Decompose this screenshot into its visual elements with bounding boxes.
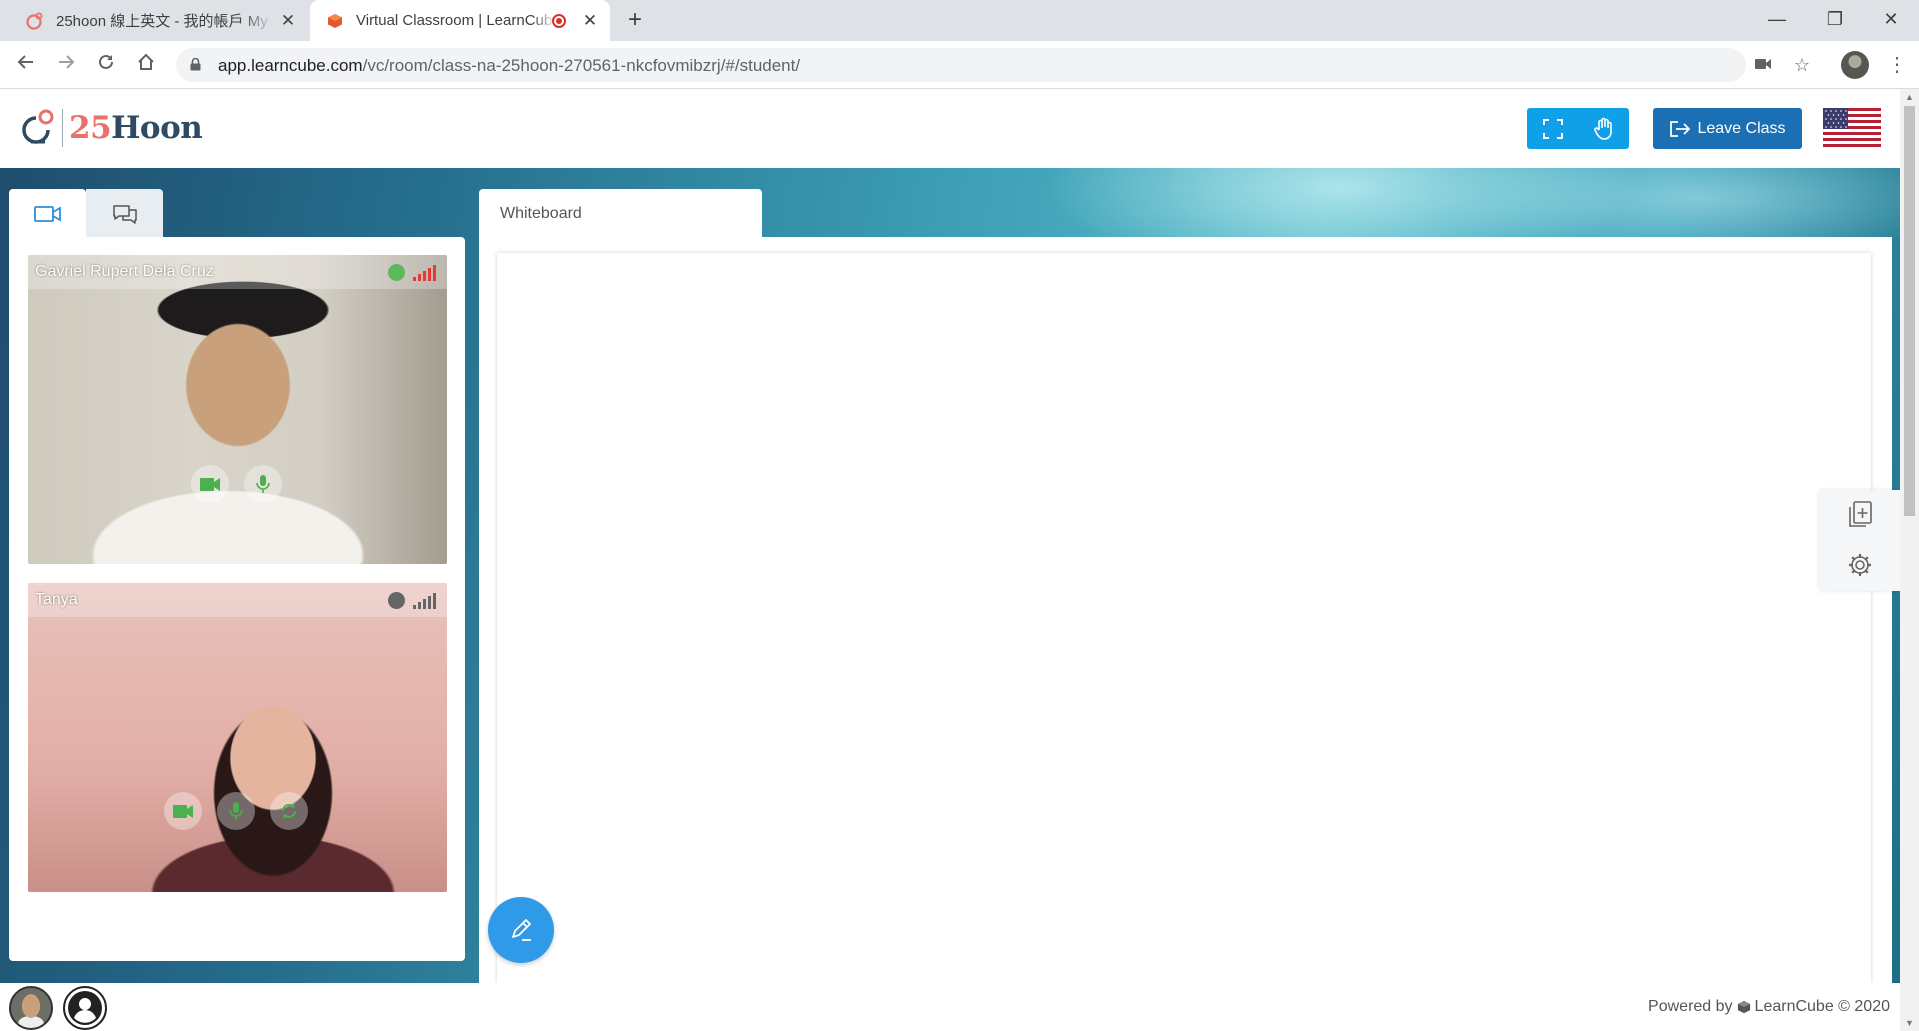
draw-tools-button[interactable] xyxy=(488,897,554,963)
browser-tab-title: 25hoon 線上英文 - 我的帳戶 My xyxy=(56,13,268,30)
user-silhouette-icon xyxy=(68,991,102,1025)
lock-icon xyxy=(190,58,201,71)
video-panel: Gavriel Rupert Dela Cruz Tanya xyxy=(9,237,465,961)
raise-hand-button[interactable] xyxy=(1578,108,1629,149)
fullscreen-icon xyxy=(1542,118,1563,139)
raise-hand-icon xyxy=(1593,117,1612,140)
browser-tab-title: Virtual Classroom | LearnCube xyxy=(356,12,556,29)
profile-avatar-icon[interactable] xyxy=(1841,51,1869,79)
settings-gear-icon xyxy=(1848,554,1871,576)
classroom-area: Gavriel Rupert Dela Cruz Tanya Whiteboar… xyxy=(0,168,1900,983)
new-tab-button[interactable]: + xyxy=(620,6,650,36)
toggle-microphone-button[interactable] xyxy=(217,792,255,830)
participant-bar xyxy=(28,583,447,617)
leave-class-button[interactable]: Leave Class xyxy=(1653,108,1802,149)
toggle-camera-button[interactable] xyxy=(164,792,202,830)
url-path: /vc/room/class-na-25hoon-270561-nkcfovmi… xyxy=(362,56,801,75)
header-tool-buttons xyxy=(1527,108,1629,149)
home-icon[interactable] xyxy=(130,49,162,81)
url-text: app.learncube.com/vc/room/class-na-25hoo… xyxy=(218,56,800,76)
whiteboard-canvas[interactable] xyxy=(497,253,1871,983)
tab-whiteboard[interactable]: Whiteboard xyxy=(479,189,762,239)
kebab-menu-icon[interactable]: ⋮ xyxy=(1885,51,1909,79)
restore-window-icon[interactable]: ❐ xyxy=(1806,0,1864,41)
page-scrollbar[interactable]: ▲ ▼ xyxy=(1900,89,1919,1031)
scroll-up-icon[interactable]: ▲ xyxy=(1900,89,1919,105)
video-camera-icon xyxy=(33,206,61,222)
add-page-icon xyxy=(1848,501,1872,527)
close-tab-icon[interactable]: ✕ xyxy=(580,11,600,31)
us-flag-icon[interactable] xyxy=(1823,108,1881,147)
app-header: 25Hoon Leave Class xyxy=(0,89,1900,168)
chat-bubbles-icon xyxy=(112,205,137,224)
student-avatar[interactable] xyxy=(63,986,107,1030)
browser-tab-25hoon[interactable]: 25hoon 線上英文 - 我的帳戶 My ✕ xyxy=(0,0,308,41)
browser-tab-learncube[interactable]: Virtual Classroom | LearnCube ✕ xyxy=(310,0,610,41)
reload-icon[interactable] xyxy=(90,49,122,81)
tab-video[interactable] xyxy=(9,189,86,239)
browser-toolbar: app.learncube.com/vc/room/class-na-25hoo… xyxy=(0,41,1919,89)
tab-chat[interactable] xyxy=(86,189,163,239)
minimize-window-icon[interactable]: — xyxy=(1748,0,1806,41)
leave-class-label: Leave Class xyxy=(1697,119,1786,137)
exit-icon xyxy=(1670,120,1691,137)
25hoon-favicon-icon xyxy=(26,12,44,30)
signal-strength-icon xyxy=(413,592,437,609)
logo-word: Hoon xyxy=(111,110,203,146)
status-dot-icon xyxy=(388,264,405,281)
scroll-down-icon[interactable]: ▼ xyxy=(1900,1015,1919,1031)
add-page-button[interactable] xyxy=(1819,490,1900,540)
whiteboard-settings-button[interactable] xyxy=(1819,540,1900,590)
camera-icon[interactable] xyxy=(1749,51,1777,79)
powered-prefix: Powered by xyxy=(1648,998,1733,1015)
microphone-icon xyxy=(256,475,270,493)
browser-tab-strip: 25hoon 線上英文 - 我的帳戶 My ✕ Virtual Classroo… xyxy=(0,0,1919,41)
learncube-cube-icon xyxy=(1737,1000,1750,1014)
star-icon[interactable]: ☆ xyxy=(1788,51,1816,79)
camera-icon xyxy=(173,804,193,818)
teacher-avatar[interactable] xyxy=(9,986,53,1030)
toggle-camera-button[interactable] xyxy=(191,465,229,503)
left-panel-tabs xyxy=(9,189,163,239)
microphone-icon xyxy=(229,802,243,820)
logo-wordmark: 25Hoon xyxy=(69,110,203,146)
participant-name: Gavriel Rupert Dela Cruz xyxy=(35,263,214,280)
refresh-icon xyxy=(281,803,297,819)
25hoon-logo-icon xyxy=(18,108,58,148)
powered-by-text: Powered by LearnCube © 2020 xyxy=(1648,998,1890,1016)
url-host: app.learncube.com xyxy=(218,56,363,75)
whiteboard-container xyxy=(479,237,1892,983)
recording-indicator-icon xyxy=(552,14,566,28)
fullscreen-button[interactable] xyxy=(1527,108,1578,149)
toggle-microphone-button[interactable] xyxy=(244,465,282,503)
logo-divider xyxy=(62,109,63,147)
whiteboard-side-tools xyxy=(1819,490,1900,591)
refresh-video-button[interactable] xyxy=(270,792,308,830)
close-window-icon[interactable]: ✕ xyxy=(1862,0,1919,41)
scrollbar-thumb[interactable] xyxy=(1904,106,1915,516)
participant-name: Tanya xyxy=(35,591,78,608)
camera-icon xyxy=(200,477,220,491)
address-bar[interactable]: app.learncube.com/vc/room/class-na-25hoo… xyxy=(176,48,1746,82)
25hoon-logo[interactable]: 25Hoon xyxy=(18,107,203,149)
powered-brand: LearnCube © 2020 xyxy=(1754,998,1890,1015)
pen-icon xyxy=(512,919,531,941)
logo-number: 25 xyxy=(69,110,112,146)
back-arrow-icon[interactable] xyxy=(10,49,42,81)
signal-strength-icon xyxy=(413,264,437,281)
close-tab-icon[interactable]: ✕ xyxy=(278,11,298,31)
participant-video: Gavriel Rupert Dela Cruz xyxy=(28,255,447,564)
status-dot-icon xyxy=(388,592,405,609)
learncube-favicon-icon xyxy=(326,12,344,30)
footer: Powered by LearnCube © 2020 xyxy=(0,983,1900,1031)
forward-arrow-icon[interactable] xyxy=(50,49,82,81)
participant-video: Tanya xyxy=(28,583,447,892)
